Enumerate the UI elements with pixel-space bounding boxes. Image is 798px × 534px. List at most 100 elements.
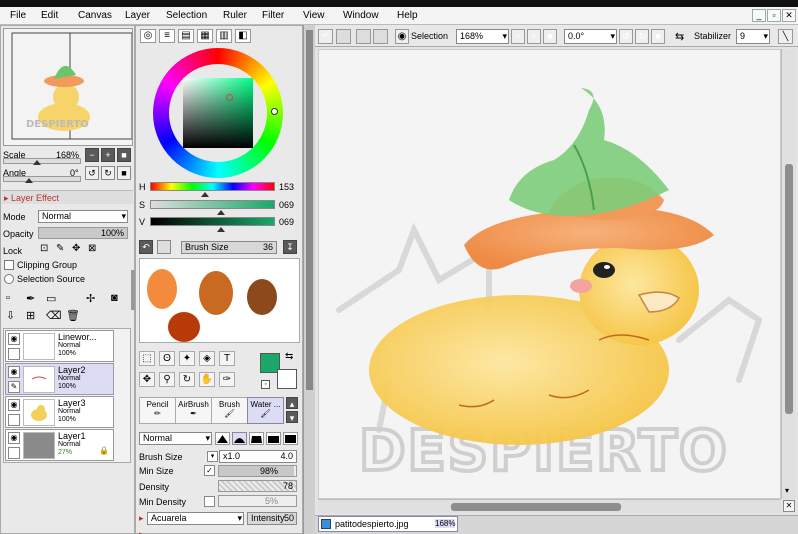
scale-slider-thumb[interactable] [32,160,41,165]
magic-wand-icon[interactable]: ✦ [179,351,195,366]
value-slider-thumb[interactable] [217,227,225,232]
scratchpad[interactable] [139,258,300,343]
rotate-reset-icon[interactable]: ■ [117,166,131,180]
eye-icon[interactable]: ◉ [395,29,409,44]
eye-icon[interactable]: ◉ [8,366,20,378]
scratchpad-blank-button[interactable] [157,240,171,254]
eye-icon[interactable]: ◉ [8,399,20,411]
texture-expand-icon[interactable]: ▸ [139,513,144,524]
mode-select[interactable]: Normal ▾ [38,210,128,223]
redo-icon[interactable] [336,29,351,44]
deselect-icon[interactable] [356,29,371,44]
user-swatch-tab-icon[interactable]: ▥ [216,29,232,43]
selection-source-checkbox[interactable] [4,274,14,284]
color-wheel[interactable] [153,48,283,178]
middle-panel-scrollbar[interactable] [303,25,315,534]
brush-scroll-up-icon[interactable]: ▴ [286,397,298,409]
zoom-reset-icon[interactable]: ■ [117,148,131,162]
zoom-select[interactable]: 168% ▾ [456,29,509,44]
value-slider[interactable] [150,217,275,232]
rotation-select[interactable]: 0.0° ▾ [564,29,617,44]
blend-mode-select[interactable]: Normal ▾ [139,432,212,445]
lock-paint-icon[interactable]: ✎ [56,243,64,254]
angle-slider-thumb[interactable] [24,178,33,183]
new-layer-icon[interactable]: ▫ [6,292,10,304]
canvas-vertical-scrollbar[interactable]: ▾ [781,49,796,499]
line-tool-icon[interactable]: ╲ [778,29,793,44]
menu-canvas[interactable]: Canvas [78,10,112,21]
text-tool-icon[interactable]: T [219,351,235,366]
saturation-slider[interactable] [150,200,275,215]
layer-item-layer3[interactable]: ◉ Layer3 Normal 100% [5,396,114,428]
pencil-icon[interactable]: ✎ [8,381,20,393]
zoom-out-icon[interactable]: − [511,29,525,44]
invert-selection-icon[interactable] [373,29,388,44]
swatch-tab-icon[interactable]: ▦ [197,29,213,43]
layer-item-layer2[interactable]: ◉ ✎ Layer2 Normal 100% [5,363,114,395]
clipping-group-checkbox[interactable] [4,260,14,270]
canvas[interactable]: DESPIERTO [318,49,781,499]
layer-move-icon[interactable]: ✢ [86,292,95,305]
close-button[interactable]: ✕ [782,9,796,22]
merge-down-icon[interactable]: ⊞ [26,309,35,322]
menu-view[interactable]: View [303,10,325,21]
hand-icon[interactable]: ✋ [199,372,215,387]
layer-select-checkbox[interactable] [8,348,20,360]
hue-slider[interactable] [150,182,275,197]
new-folder-icon[interactable]: ▭ [46,292,56,305]
color-picker-marker[interactable] [226,94,233,101]
min-density-checkbox[interactable] [204,496,215,507]
brush-size-multiplier-icon[interactable]: ▾ [207,451,218,462]
menu-window[interactable]: Window [343,10,379,21]
transparent-color-icon[interactable]: ◦ [261,380,270,389]
brush-size-field[interactable]: x1.0 4.0 [219,450,297,463]
zoom-out-icon[interactable]: − [85,148,99,162]
scratchpad-brush-size[interactable]: Brush Size 36 [181,241,277,254]
menu-ruler[interactable]: Ruler [223,10,247,21]
eye-icon[interactable]: ◉ [8,333,20,345]
menu-help[interactable]: Help [397,10,418,21]
menu-filter[interactable]: Filter [262,10,284,21]
scroll-down-icon[interactable]: ▾ [785,486,789,495]
layer-mask-icon[interactable]: ◙ [111,292,118,304]
shape-round-icon[interactable] [249,432,264,445]
rotate-right-icon[interactable]: ↻ [635,29,649,44]
secondary-color-swatch[interactable] [277,369,297,389]
texture-select[interactable]: Acuarela ▾ [147,512,244,525]
lasso-icon[interactable]: ʘ [159,351,175,366]
brush-pencil[interactable]: Pencil ✏ [139,397,176,424]
hue-slider-thumb[interactable] [200,192,209,197]
eyedropper-icon[interactable]: ✑ [219,372,235,387]
menu-layer[interactable]: Layer [125,10,150,21]
brush-airbrush[interactable]: AirBrush ✒ [175,397,212,424]
scale-slider[interactable] [3,158,81,165]
layer-select-checkbox[interactable] [8,447,20,459]
flip-horizontal-icon[interactable]: ⇆ [675,30,684,43]
lock-all-icon[interactable]: ⊠ [88,243,96,254]
stabilizer-select[interactable]: 9 ▾ [736,29,770,44]
eye-icon[interactable]: ◉ [8,432,20,444]
min-size-checkbox[interactable]: ✓ [204,465,215,476]
min-density-slider[interactable]: 5% [218,495,297,507]
clear-layer-icon[interactable]: ⌫ [46,309,62,322]
select-rect-icon[interactable]: ⬚ [139,351,155,366]
rotate-left-icon[interactable]: ↺ [85,166,99,180]
rgb-slider-tab-icon[interactable]: ≡ [159,29,175,43]
hsv-slider-tab-icon[interactable]: ▤ [178,29,194,43]
opacity-slider[interactable]: 100% [38,227,128,239]
layer-item-layer1[interactable]: ◉ Layer1 Normal 27% 🔒 [5,429,114,461]
menu-file[interactable]: File [10,10,26,21]
lock-transparency-icon[interactable]: ⊡ [40,243,48,254]
canvas-close-icon[interactable]: ✕ [783,500,795,512]
brush-watercolor[interactable]: Water ... 🖌 [247,397,284,424]
rotate-reset-icon[interactable]: ■ [651,29,665,44]
minimize-button[interactable]: _ [752,9,766,22]
zoom-reset-icon[interactable]: ■ [543,29,557,44]
rotate-icon[interactable]: ↻ [179,372,195,387]
zoom-in-icon[interactable]: + [101,148,115,162]
shape-triangle-soft-icon[interactable] [215,432,230,445]
zoom-in-icon[interactable]: + [527,29,541,44]
rotate-left-icon[interactable]: ↺ [619,29,633,44]
vertical-scroll-thumb[interactable] [785,164,793,414]
layer-select-checkbox[interactable] [8,414,20,426]
